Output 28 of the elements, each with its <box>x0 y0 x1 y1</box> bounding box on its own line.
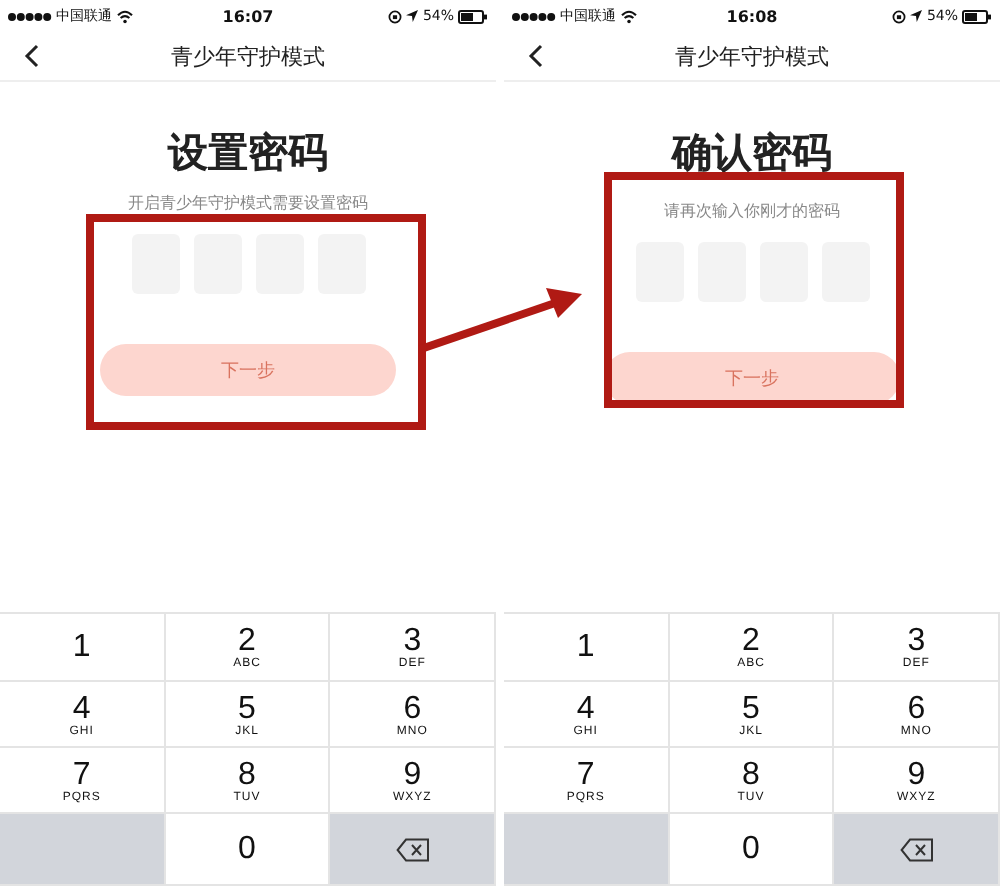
location-icon <box>910 10 923 22</box>
hint-text: 请再次输入你刚才的密码 <box>664 200 840 222</box>
lock-rotation-icon <box>388 9 403 23</box>
signal-icon <box>8 11 52 21</box>
page-heading: 确认密码 <box>672 126 832 180</box>
keypad-key[interactable]: 1 <box>0 614 166 682</box>
hint-text: 开启青少年守护模式需要设置密码 <box>128 192 368 214</box>
wifi-icon <box>620 9 638 23</box>
back-icon[interactable] <box>24 44 40 68</box>
keypad-key[interactable]: 1 <box>504 614 670 682</box>
delete-key[interactable] <box>330 814 496 886</box>
location-icon <box>406 10 419 22</box>
nav-title: 青少年守护模式 <box>171 41 325 71</box>
signal-icon <box>512 11 556 21</box>
page-heading: 设置密码 <box>168 126 328 180</box>
backspace-icon <box>899 837 934 861</box>
battery-icon <box>458 9 488 23</box>
keypad-key[interactable]: 0 <box>669 814 835 886</box>
battery-icon <box>962 9 992 23</box>
delete-key[interactable] <box>834 814 1000 886</box>
back-icon[interactable] <box>528 44 544 68</box>
clock-time: 16:08 <box>726 7 778 25</box>
clock-time: 16:07 <box>222 7 274 25</box>
nav-title: 青少年守护模式 <box>675 41 829 71</box>
backspace-icon <box>395 837 430 861</box>
lock-rotation-icon <box>892 9 907 23</box>
wifi-icon <box>116 9 134 23</box>
keypad-key[interactable]: 0 <box>165 814 331 886</box>
